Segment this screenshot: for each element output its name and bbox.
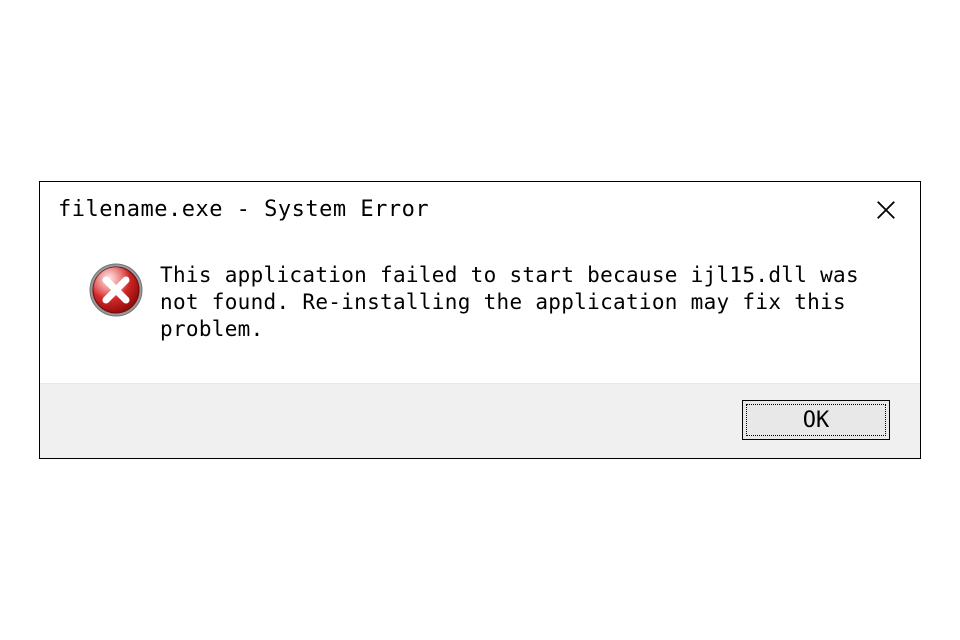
error-icon bbox=[88, 262, 144, 318]
error-dialog: filename.exe - System Error bbox=[39, 181, 921, 460]
ok-button[interactable]: OK bbox=[742, 400, 890, 440]
error-message: This application failed to start because… bbox=[160, 260, 870, 344]
titlebar: filename.exe - System Error bbox=[40, 182, 920, 236]
close-button[interactable] bbox=[870, 194, 902, 226]
ok-button-label: OK bbox=[746, 404, 886, 436]
button-bar: OK bbox=[40, 383, 920, 458]
dialog-title: filename.exe - System Error bbox=[58, 197, 429, 222]
close-icon bbox=[875, 199, 897, 221]
dialog-content: This application failed to start because… bbox=[40, 236, 920, 384]
